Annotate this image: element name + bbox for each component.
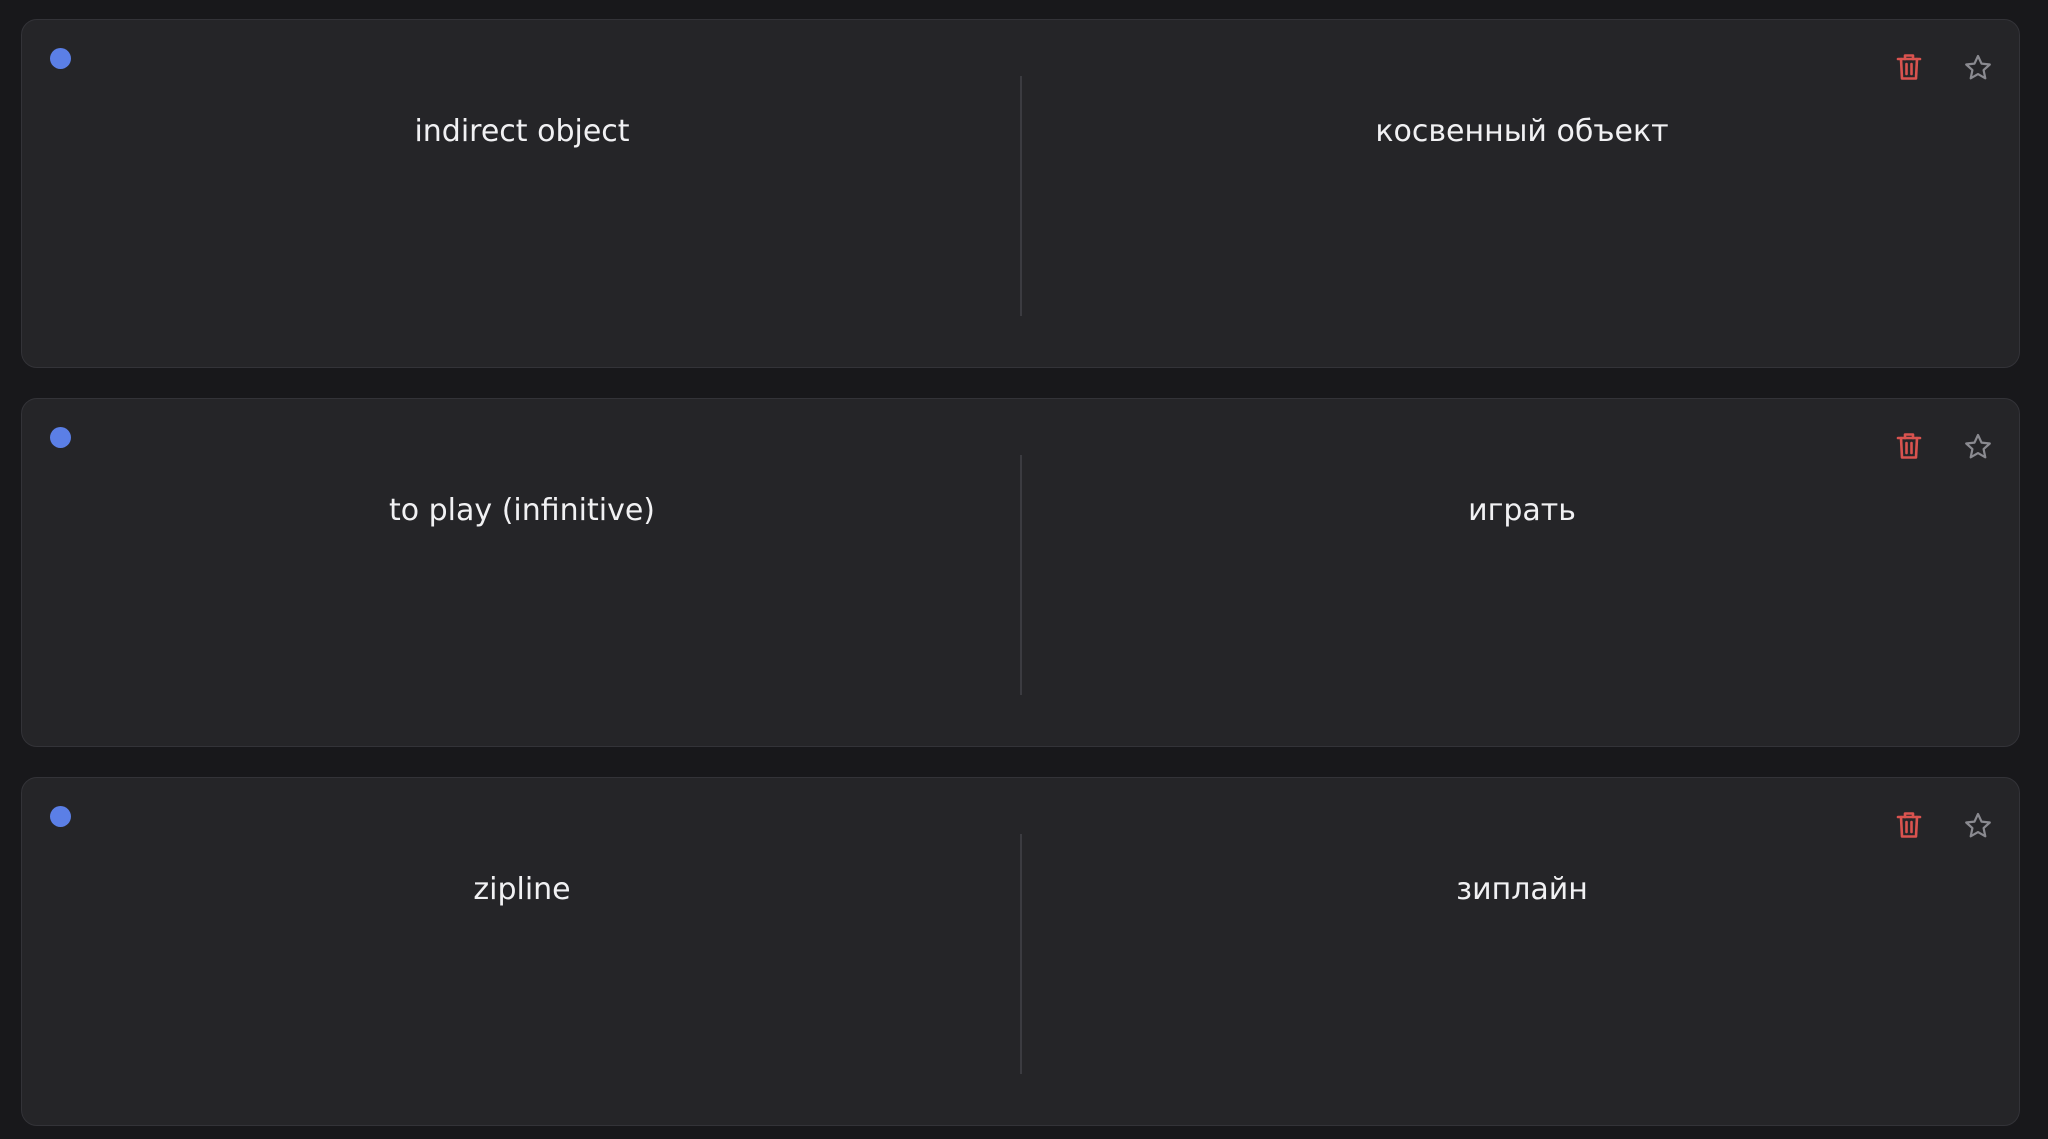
status-dot-icon: [50, 48, 71, 69]
favorite-button[interactable]: [1958, 805, 1998, 845]
flashcard-list: indirect object косвенный объект to play…: [0, 0, 2048, 1139]
star-outline-icon: [1964, 433, 1992, 460]
card-term: to play (infinitive): [388, 493, 655, 528]
delete-button[interactable]: [1889, 47, 1929, 87]
flashcard: zipline зиплайн: [21, 777, 2020, 1126]
star-outline-icon: [1964, 812, 1992, 839]
favorite-button[interactable]: [1958, 426, 1998, 466]
flashcard: indirect object косвенный объект: [21, 19, 2020, 368]
status-dot-icon: [50, 806, 71, 827]
card-term: zipline: [473, 872, 571, 907]
card-definition: зиплайн: [1456, 872, 1588, 907]
card-term: indirect object: [414, 114, 630, 149]
status-dot-icon: [50, 427, 71, 448]
card-definition: играть: [1468, 493, 1576, 528]
favorite-button[interactable]: [1958, 47, 1998, 87]
flashcard: to play (infinitive) играть: [21, 398, 2020, 747]
delete-button[interactable]: [1889, 426, 1929, 466]
trash-icon: [1896, 811, 1922, 839]
trash-icon: [1896, 53, 1922, 81]
card-definition: косвенный объект: [1375, 114, 1669, 149]
delete-button[interactable]: [1889, 805, 1929, 845]
star-outline-icon: [1964, 54, 1992, 81]
trash-icon: [1896, 432, 1922, 460]
